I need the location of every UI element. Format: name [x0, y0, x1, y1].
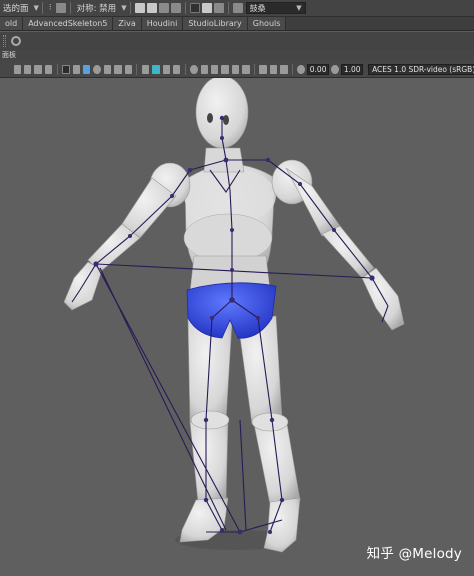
separator — [56, 63, 58, 75]
color-space-value: ACES 1.0 SDR-video (sRGB) — [372, 64, 474, 74]
left-eye — [207, 113, 213, 123]
xray-joints-icon[interactable] — [280, 64, 288, 74]
chevron-down-icon[interactable]: ▼ — [34, 4, 39, 12]
shelf-content — [0, 32, 474, 50]
rotate-mode-icon[interactable]: ⁝ — [46, 3, 55, 13]
watermark: 知乎 @Melody — [366, 546, 462, 562]
field-chart-icon[interactable] — [103, 64, 112, 74]
image-plane-icon[interactable] — [44, 64, 53, 74]
render-settings-icon[interactable] — [170, 3, 181, 13]
wireframe-icon[interactable] — [141, 64, 150, 74]
target-value: 鼓桑 — [249, 3, 266, 13]
right-eye — [223, 115, 229, 125]
hypershade-icon[interactable] — [189, 3, 200, 13]
chevron-down-icon: ▼ — [296, 4, 302, 12]
chevron-down-icon[interactable]: ▼ — [121, 4, 126, 12]
separator — [227, 2, 229, 14]
textured-icon[interactable] — [172, 64, 181, 74]
target-dropdown[interactable]: 鼓桑 ▼ — [245, 2, 306, 14]
ik-handle-right — [239, 419, 247, 531]
drag-handle-icon[interactable] — [3, 35, 6, 47]
snapshot-icon[interactable] — [213, 3, 224, 13]
shelf-tab-houdini[interactable]: Houdini — [141, 17, 184, 30]
separator — [254, 63, 255, 75]
separator — [292, 63, 293, 75]
motion-blur-icon[interactable] — [221, 64, 229, 74]
safe-action-icon[interactable] — [114, 64, 122, 74]
default-material-icon[interactable] — [162, 64, 170, 74]
target-icon[interactable] — [232, 3, 243, 13]
gate-mask-icon[interactable] — [93, 64, 101, 74]
shelf-tabs: old AdvancedSkeleton5 Ziva Houdini Studi… — [0, 17, 474, 31]
color-space-dropdown[interactable]: ACES 1.0 SDR-video (sRGB) ▼ — [368, 63, 474, 75]
symmetry-label[interactable]: 对称: 禁用 — [74, 2, 120, 14]
render-frame-icon[interactable] — [134, 3, 145, 13]
isolate-select-icon[interactable] — [259, 64, 267, 74]
camera-attributes-icon[interactable] — [23, 64, 32, 74]
render-view-icon[interactable] — [146, 3, 157, 13]
shelf-tab-studiolibrary[interactable]: StudioLibrary — [183, 17, 248, 30]
safe-title-icon[interactable] — [124, 64, 132, 74]
separator — [184, 63, 186, 75]
gamma-field[interactable]: 1.00 — [341, 63, 364, 75]
exposure-icon[interactable] — [297, 64, 305, 74]
sequence-icon[interactable] — [201, 3, 212, 13]
separator — [129, 2, 131, 14]
anti-aliasing-icon[interactable] — [231, 64, 240, 74]
shelf-tab-old[interactable]: old — [0, 17, 24, 30]
film-gate-icon[interactable] — [72, 64, 81, 74]
select-camera-icon[interactable] — [13, 64, 21, 74]
panel-selector-label[interactable]: 选的面 — [0, 2, 32, 14]
scene-canvas — [63, 78, 405, 553]
right-foot — [263, 497, 301, 553]
exposure-field[interactable]: 0.00 — [307, 63, 329, 75]
shadows-icon[interactable] — [200, 64, 208, 74]
status-line: 选的面 ▼ ⁝ 对称: 禁用 ▼ 鼓桑 ▼ — [0, 0, 474, 17]
depth-of-field-icon[interactable] — [242, 64, 250, 74]
left-knee — [190, 410, 230, 430]
viewport-3d[interactable]: 知乎 @Melody — [0, 78, 474, 576]
screen-space-ao-icon[interactable] — [210, 64, 219, 74]
separator — [69, 2, 71, 14]
bookmark-icon[interactable] — [34, 64, 42, 74]
shelf-tab-ziva[interactable]: Ziva — [113, 17, 142, 30]
panel-menu-bar: 面板 — [0, 50, 474, 61]
panels-menu[interactable]: 面板 — [2, 50, 16, 60]
gamma-icon[interactable] — [331, 64, 339, 74]
xray-icon[interactable] — [269, 64, 278, 74]
ipr-render-icon[interactable] — [158, 3, 169, 13]
smooth-shade-icon[interactable] — [152, 64, 160, 74]
right-knee — [251, 412, 289, 432]
grid-icon[interactable] — [61, 64, 70, 74]
resolution-gate-icon[interactable] — [83, 64, 91, 74]
gear-icon[interactable] — [11, 36, 21, 46]
separator — [184, 2, 186, 14]
lighting-icon[interactable] — [190, 64, 198, 74]
history-icon[interactable] — [55, 3, 66, 13]
shelf-tab-ghouls[interactable]: Ghouls — [247, 17, 287, 30]
belly — [183, 213, 273, 263]
left-shin — [189, 419, 229, 503]
separator — [41, 2, 43, 14]
shelf-tab-advancedskeleton[interactable]: AdvancedSkeleton5 — [23, 17, 114, 30]
viewport-toolbar: 0.00 1.00 ACES 1.0 SDR-video (sRGB) ▼ — [0, 61, 474, 78]
separator — [136, 63, 138, 75]
